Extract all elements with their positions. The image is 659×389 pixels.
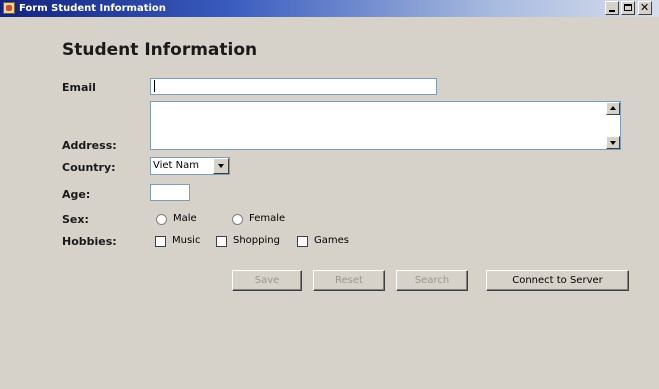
hobby-games-checkbox[interactable] (297, 236, 308, 247)
hobbies-label: Hobbies: (62, 235, 117, 248)
hobby-shopping-checkbox[interactable] (216, 236, 227, 247)
save-button[interactable]: Save (232, 270, 302, 291)
hobby-music-checkbox[interactable] (155, 236, 166, 247)
sex-male-radio[interactable] (156, 214, 167, 225)
address-textarea[interactable] (150, 101, 621, 150)
reset-button[interactable]: Reset (313, 270, 385, 291)
student-form-window: Form Student Information ✕ Student Infor… (0, 0, 659, 389)
arrow-up-icon (610, 106, 616, 110)
email-label: Email (62, 81, 96, 94)
connect-to-server-button[interactable]: Connect to Server (486, 270, 629, 291)
age-field[interactable] (150, 184, 190, 201)
country-select[interactable]: Viet Nam (150, 157, 230, 175)
country-label: Country: (62, 161, 116, 174)
java-cup-icon[interactable] (3, 2, 15, 14)
email-field[interactable] (150, 78, 437, 95)
country-dropdown-button[interactable] (213, 158, 229, 174)
search-button[interactable]: Search (396, 270, 468, 291)
minimize-icon (609, 10, 615, 12)
minimize-button[interactable] (605, 1, 619, 15)
sex-male-label[interactable]: Male (173, 213, 197, 225)
arrow-down-icon (610, 141, 616, 145)
sex-female-radio[interactable] (232, 214, 243, 225)
text-caret (154, 80, 155, 92)
sex-label: Sex: (62, 213, 89, 226)
sex-female-label[interactable]: Female (249, 213, 285, 225)
maximize-button[interactable] (621, 1, 635, 15)
age-label: Age: (62, 188, 91, 201)
title-bar[interactable]: Form Student Information ✕ (0, 0, 659, 17)
hobby-shopping-label[interactable]: Shopping (233, 235, 280, 247)
hobby-music-label[interactable]: Music (172, 235, 200, 247)
hobby-games-label[interactable]: Games (314, 235, 349, 247)
scroll-up-button[interactable] (606, 102, 620, 115)
maximize-icon (624, 4, 632, 11)
address-scrollbar[interactable] (606, 102, 620, 149)
window-title: Form Student Information (19, 3, 166, 14)
close-button[interactable]: ✕ (638, 1, 652, 15)
scroll-down-button[interactable] (606, 136, 620, 149)
address-label: Address: (62, 139, 117, 152)
close-icon: ✕ (640, 1, 650, 14)
chevron-down-icon (218, 164, 224, 168)
page-title: Student Information (62, 40, 258, 60)
country-selected-value: Viet Nam (153, 160, 200, 171)
